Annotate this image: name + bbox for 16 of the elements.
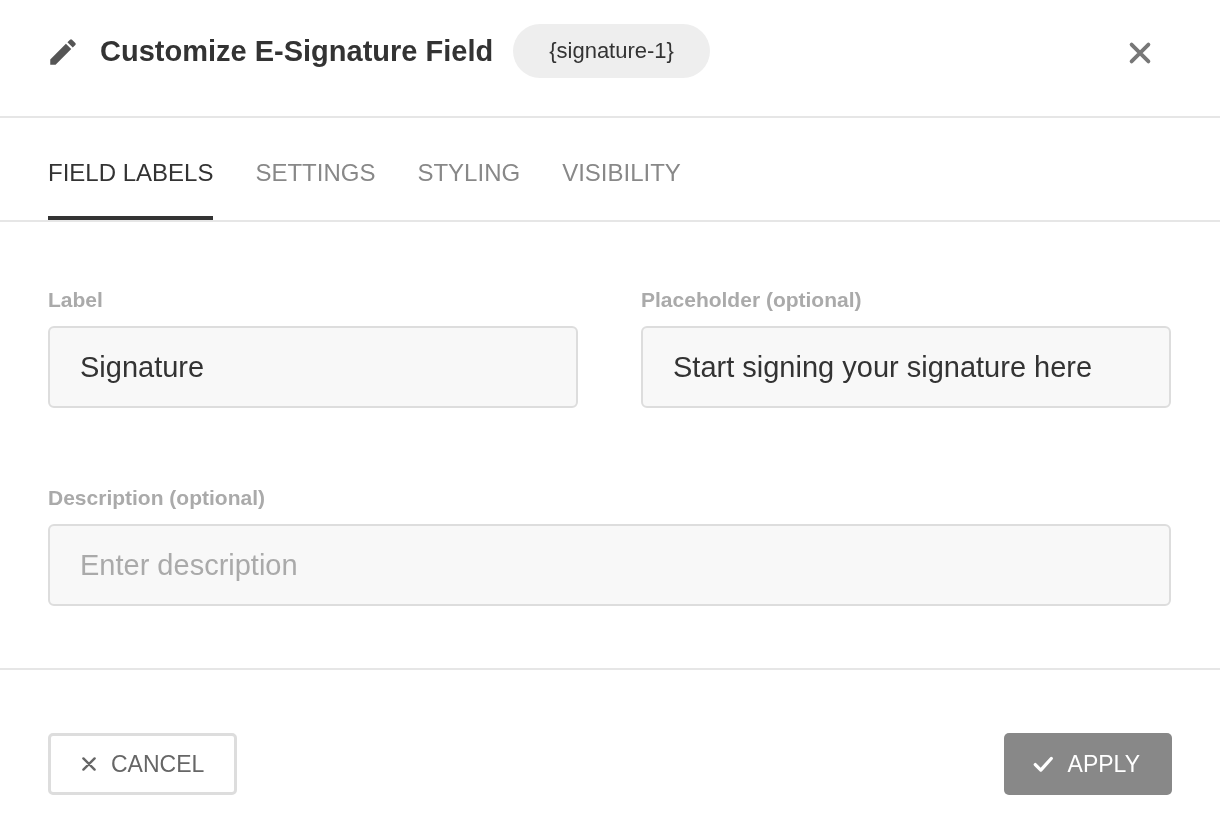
dialog-title: Customize E-Signature Field: [100, 34, 494, 68]
field-label: Placeholder (optional): [641, 288, 863, 312]
input-field[interactable]: Enter description: [48, 524, 1171, 606]
field-label: Description (optional): [48, 486, 266, 510]
field-label: Label: [48, 288, 104, 312]
tab[interactable]: VISIBILITY: [562, 118, 681, 220]
tab[interactable]: SETTINGS: [255, 118, 376, 220]
apply-button[interactable]: APPLY: [1003, 733, 1172, 795]
cancel-button[interactable]: CANCEL: [48, 733, 238, 795]
tab[interactable]: FIELD LABELS: [48, 118, 214, 220]
close-icon: [81, 756, 97, 772]
field-tag: {signature-1}: [513, 24, 710, 78]
tab[interactable]: STYLING: [417, 118, 521, 220]
close-icon[interactable]: [1128, 41, 1152, 65]
input-field[interactable]: Signature: [48, 326, 578, 408]
input-field[interactable]: Start signing your signature here: [641, 326, 1171, 408]
